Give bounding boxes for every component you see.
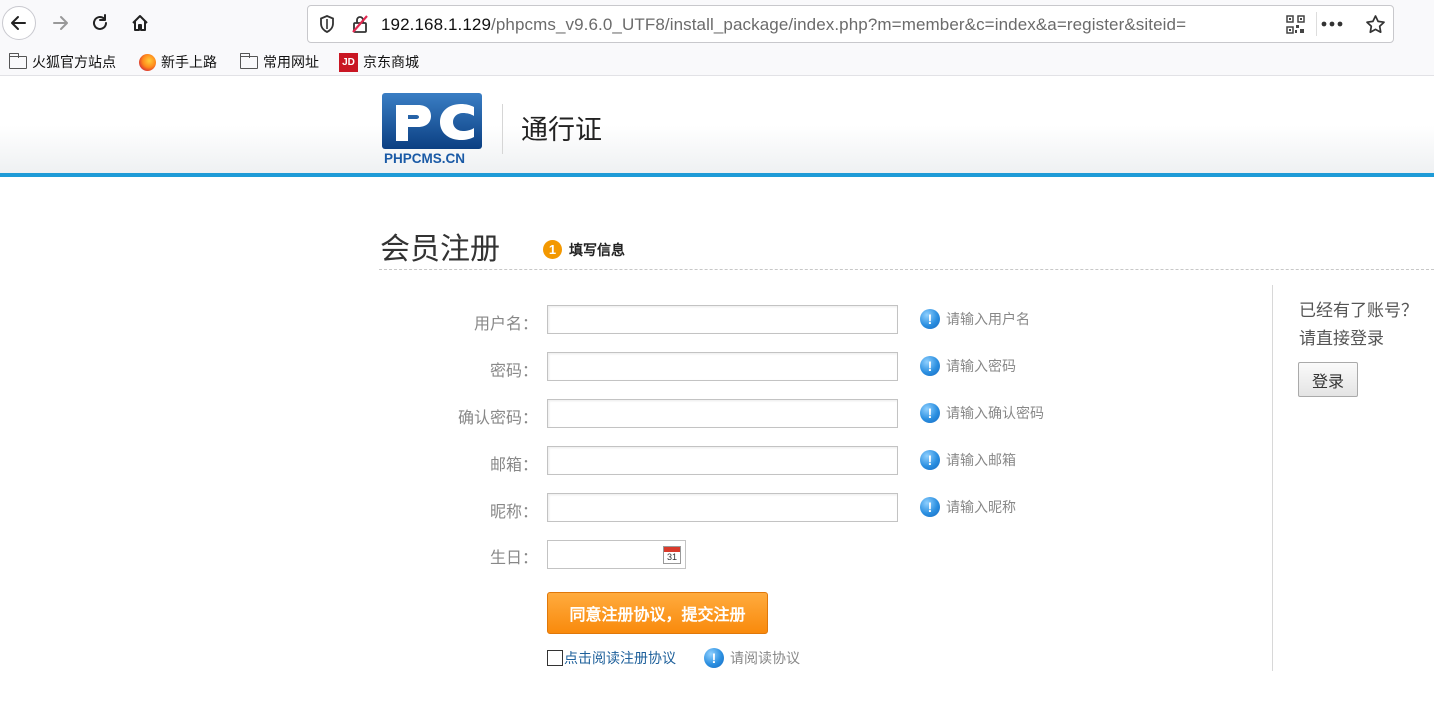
star-icon[interactable] <box>1365 14 1386 35</box>
home-icon <box>132 15 148 31</box>
info-icon: ! <box>920 356 940 376</box>
arrow-right-icon <box>53 16 68 30</box>
bookmark-label: 京东商城 <box>363 55 419 71</box>
username-label: 用户名： <box>473 314 538 333</box>
username-hint: ! 请输入用户名 <box>920 309 1030 329</box>
url-separator <box>1316 12 1317 36</box>
url-path: /phpcms_v9.6.0_UTF8/install_package/inde… <box>491 15 1187 34</box>
birthday-label: 生日： <box>489 548 538 567</box>
bookmark-label: 火狐官方站点 <box>32 55 116 71</box>
agreement-link[interactable]: 点击阅读注册协议 <box>564 648 676 668</box>
step-label: 填写信息 <box>569 243 625 259</box>
arrow-left-icon <box>11 16 26 30</box>
login-button[interactable]: 登录 <box>1298 362 1358 397</box>
bookmark-label: 新手上路 <box>161 55 217 71</box>
phpcms-logo[interactable]: PHPCMS.CN <box>382 93 482 165</box>
back-button[interactable] <box>2 6 36 40</box>
hint-text: 请输入昵称 <box>946 500 1016 516</box>
email-input[interactable] <box>547 446 898 475</box>
url-bar[interactable]: 192.168.1.129/phpcms_v9.6.0_UTF8/install… <box>307 5 1394 43</box>
site-title: 通行证 <box>521 115 602 146</box>
hint-text: 请输入邮箱 <box>946 453 1016 469</box>
reload-button[interactable] <box>83 6 117 40</box>
reload-icon <box>93 14 107 30</box>
confirm-password-label: 确认密码： <box>457 408 538 427</box>
nickname-label: 昵称： <box>489 502 538 521</box>
bookmark-getting-started[interactable]: 新手上路 <box>139 51 217 73</box>
password-label: 密码： <box>489 361 538 380</box>
sidebar-divider <box>1272 285 1273 671</box>
hint-text: 请阅读协议 <box>730 651 800 667</box>
info-icon: ! <box>920 309 940 329</box>
username-input[interactable] <box>547 305 898 334</box>
logo-divider <box>502 104 503 154</box>
info-icon: ! <box>920 403 940 423</box>
hint-text: 请输入密码 <box>946 359 1016 375</box>
info-icon: ! <box>920 497 940 517</box>
password-hint: ! 请输入密码 <box>920 356 1016 376</box>
email-label: 邮箱： <box>489 455 538 474</box>
password-input[interactable] <box>547 352 898 381</box>
hint-text: 请输入用户名 <box>946 312 1030 328</box>
confirm-password-input[interactable] <box>547 399 898 428</box>
url-text[interactable]: 192.168.1.129/phpcms_v9.6.0_UTF8/install… <box>381 15 1281 35</box>
home-button[interactable] <box>123 6 157 40</box>
login-prompt: 已经有了账号？ 请直接登录 <box>1299 297 1418 353</box>
site-header <box>0 77 1434 174</box>
calendar-icon[interactable]: 31 <box>663 546 681 564</box>
qr-code-icon[interactable] <box>1286 15 1305 34</box>
confirm-password-hint: ! 请输入确认密码 <box>920 403 1044 423</box>
submit-button[interactable]: 同意注册协议，提交注册 <box>547 592 768 634</box>
agreement-hint: ! 请阅读协议 <box>704 648 800 668</box>
page-title: 会员注册 <box>380 232 500 267</box>
shield-icon[interactable] <box>318 14 336 34</box>
info-icon: ! <box>704 648 724 668</box>
url-fade <box>1208 8 1278 40</box>
birthday-input[interactable]: 31 <box>547 540 686 569</box>
firefox-icon <box>139 53 156 71</box>
agreement-row: 点击阅读注册协议 <box>547 648 676 668</box>
nickname-hint: ! 请输入昵称 <box>920 497 1016 517</box>
folder-icon <box>8 52 27 69</box>
logo-text: PHPCMS.CN <box>384 151 465 165</box>
login-prompt-line1: 已经有了账号？ <box>1299 301 1418 321</box>
agreement-checkbox[interactable] <box>547 650 563 666</box>
calendar-day: 31 <box>666 552 677 562</box>
step-number-badge: 1 <box>543 240 562 259</box>
jd-icon: JD <box>339 52 358 72</box>
login-prompt-line2: 请直接登录 <box>1299 329 1384 349</box>
forward-button[interactable] <box>43 6 77 40</box>
bookmarks-bar: 火狐官方站点 新手上路 常用网址 JD 京东商城 <box>0 48 1434 76</box>
folder-icon <box>239 52 258 69</box>
url-host: 192.168.1.129 <box>381 15 492 34</box>
more-icon[interactable] <box>1321 21 1343 27</box>
insecure-lock-icon[interactable] <box>350 14 370 34</box>
hint-text: 请输入确认密码 <box>946 406 1044 422</box>
bookmark-common-sites[interactable]: 常用网址 <box>239 51 319 73</box>
bookmark-firefox-official[interactable]: 火狐官方站点 <box>8 51 116 73</box>
bookmark-label: 常用网址 <box>263 55 319 71</box>
nickname-input[interactable] <box>547 493 898 522</box>
email-hint: ! 请输入邮箱 <box>920 450 1016 470</box>
bookmark-jd[interactable]: JD 京东商城 <box>339 51 419 73</box>
browser-toolbar: 192.168.1.129/phpcms_v9.6.0_UTF8/install… <box>0 0 1434 48</box>
info-icon: ! <box>920 450 940 470</box>
dashed-divider <box>379 269 1434 270</box>
header-accent-line <box>0 173 1434 177</box>
